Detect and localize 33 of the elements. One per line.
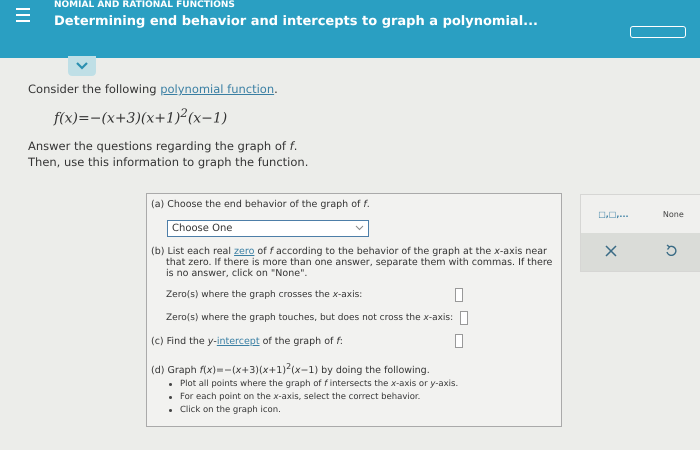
caret-icon xyxy=(355,225,364,232)
question-text: (a) Choose the end behavior of the graph of f. xyxy=(151,198,371,210)
topic-title: NOMIAL AND RATIONAL FUNCTIONS xyxy=(54,0,236,10)
answer-box[interactable] xyxy=(460,311,468,326)
collapse-tab[interactable] xyxy=(68,56,96,76)
zero-link[interactable]: zero xyxy=(234,246,254,257)
page-title: Determining end behavior and intercepts to graph a polynomial... xyxy=(54,14,539,29)
answer-box[interactable] xyxy=(455,288,463,302)
answer-box[interactable] xyxy=(455,334,463,348)
toggle-icon[interactable] xyxy=(630,26,686,38)
none-key[interactable]: None xyxy=(656,208,690,220)
intercept-link[interactable]: intercept xyxy=(216,336,260,347)
list-key[interactable]: □,□,... xyxy=(592,208,635,220)
undo-icon xyxy=(665,244,677,258)
end-behavior-dropdown[interactable]: Choose One xyxy=(167,220,369,237)
instruction-text: For each point on the x-axis, select the correct behavior. xyxy=(180,392,420,403)
chevron-down-icon xyxy=(75,61,89,71)
question-text: (d) Graph f(x)=−(x+3)(x+1)$^{2}$(x−1) by doing the following. xyxy=(151,362,431,377)
instruction-text: Then, use this information to graph the function. xyxy=(28,154,310,169)
field-label: Zero(s) where the graph crosses the x-axis: xyxy=(166,290,362,300)
bullet-icon xyxy=(169,396,172,399)
intro-text: Consider the following polynomial function. xyxy=(28,82,279,96)
polynomial-link[interactable]: polynomial function xyxy=(160,82,274,96)
instruction-text: Click on the graph icon. xyxy=(180,404,281,416)
question-text: (c) Find the y-intercept of the graph of f: xyxy=(151,336,343,347)
field-label: Zero(s) where the graph touches, but does not cross the x-axis: xyxy=(166,313,454,324)
bullet-icon xyxy=(169,408,172,412)
function-formula: f(x)=−(x+3)(x+1)$^{2}$(x−1) xyxy=(54,106,228,127)
instruction-text: Answer the questions regarding the graph of f. xyxy=(28,138,298,153)
instruction-text: Plot all points where the graph of f intersects the x-axis or y-axis. xyxy=(180,378,458,390)
question-text: (b) List each real zero of f according to the behavior of the graph at the x-axis near that zero. If there is more than one answer, separate them with commas. If there is no answer, click on "None". xyxy=(151,246,553,280)
bullet-icon xyxy=(169,382,172,386)
close-icon xyxy=(605,244,617,256)
